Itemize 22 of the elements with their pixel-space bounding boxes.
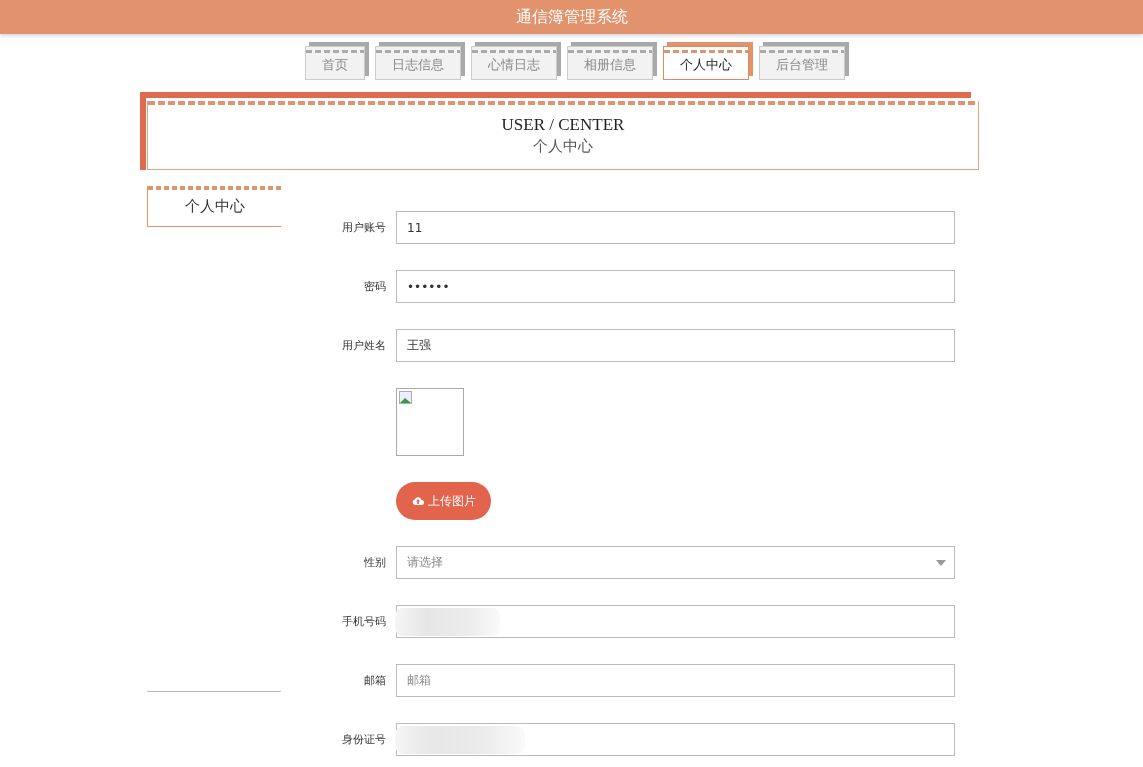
input-field[interactable] [396, 723, 955, 756]
broken-image-icon [399, 391, 413, 405]
select-field[interactable]: 请选择 [396, 546, 955, 579]
field-label: 身份证号 [341, 732, 386, 747]
field-label: 性别 [363, 555, 386, 570]
input-field[interactable]: 11 [396, 211, 955, 244]
upload-button[interactable]: 上传图片 [396, 482, 491, 520]
field-label: 用户账号 [341, 220, 386, 235]
input-field[interactable]: 王强 [396, 329, 955, 362]
input-field[interactable]: 邮箱 [396, 664, 955, 697]
field-label: 手机号码 [341, 614, 386, 629]
banner-title: USER / CENTER [501, 114, 625, 135]
input-field[interactable] [396, 605, 955, 638]
field-label: 密码 [363, 279, 386, 294]
field-label: 用户姓名 [341, 338, 386, 353]
dropdown-caret-icon [936, 559, 946, 566]
sidebar-item[interactable]: 个人中心 [147, 186, 281, 227]
cloud-upload-icon [411, 496, 424, 506]
site-title: 通信簿管理系统 [515, 6, 628, 28]
banner-subtitle: 个人中心 [533, 136, 593, 156]
input-field[interactable]: •••••• [396, 270, 955, 303]
field-label: 邮箱 [363, 673, 386, 688]
